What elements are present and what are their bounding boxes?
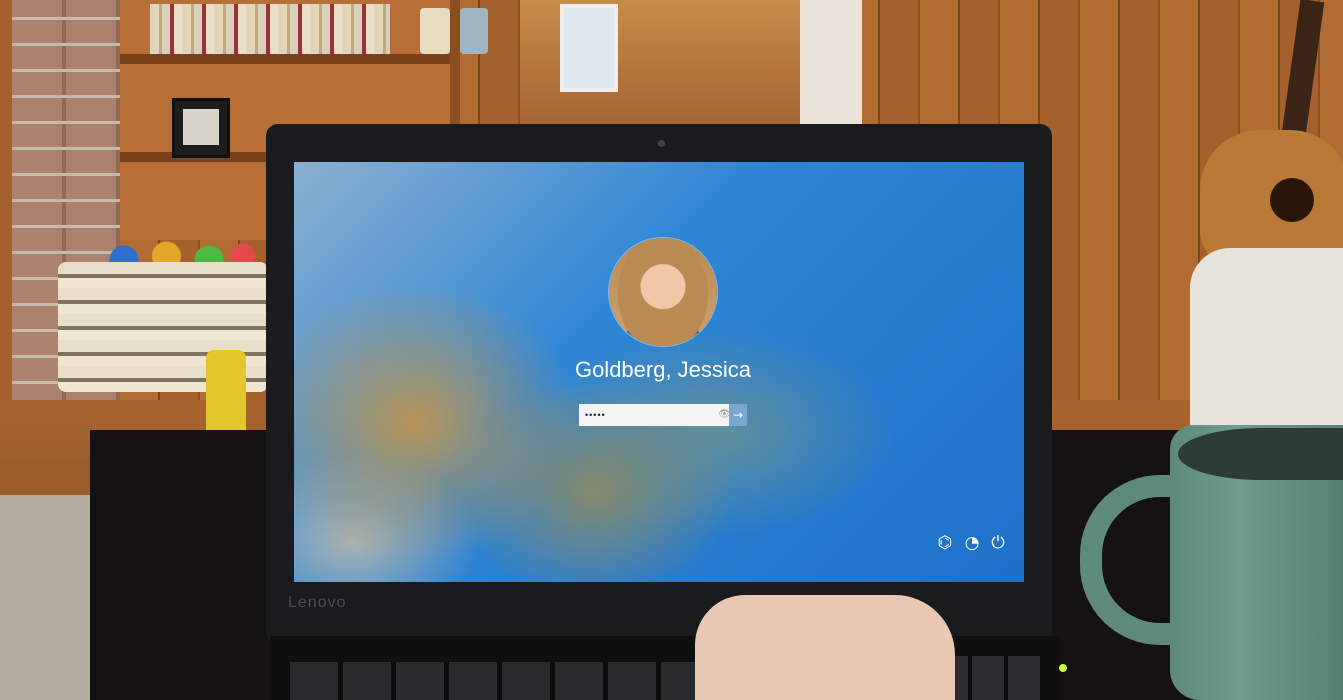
mug-rim	[1178, 428, 1343, 480]
guitar-sound-hole	[1270, 178, 1314, 222]
network-icon[interactable]: ⌬	[934, 532, 956, 554]
power-icon[interactable]: ⏻	[987, 532, 1009, 554]
jar	[460, 8, 488, 54]
shelf-board	[120, 54, 450, 64]
ease-of-access-icon[interactable]: ◔	[961, 532, 983, 554]
door	[800, 0, 862, 128]
user-avatar	[609, 238, 717, 346]
laptop-brand: Lenovo	[288, 594, 347, 611]
reveal-password-icon[interactable]: 👁	[718, 408, 731, 422]
window	[560, 4, 618, 92]
picture-frame	[172, 98, 230, 158]
jar	[420, 8, 450, 54]
password-input[interactable]	[579, 404, 729, 426]
hand	[695, 595, 955, 700]
webcam	[658, 140, 665, 147]
user-name: Goldberg, Jessica	[574, 357, 752, 382]
submit-arrow-button[interactable]: →	[729, 404, 747, 426]
books	[150, 4, 390, 54]
power-led	[1059, 664, 1067, 672]
yellow-toy	[206, 350, 246, 440]
photo-scene: Lenovo Goldberg, Jessica → 👁 ⌬ ◔ ⏻	[0, 0, 1343, 700]
